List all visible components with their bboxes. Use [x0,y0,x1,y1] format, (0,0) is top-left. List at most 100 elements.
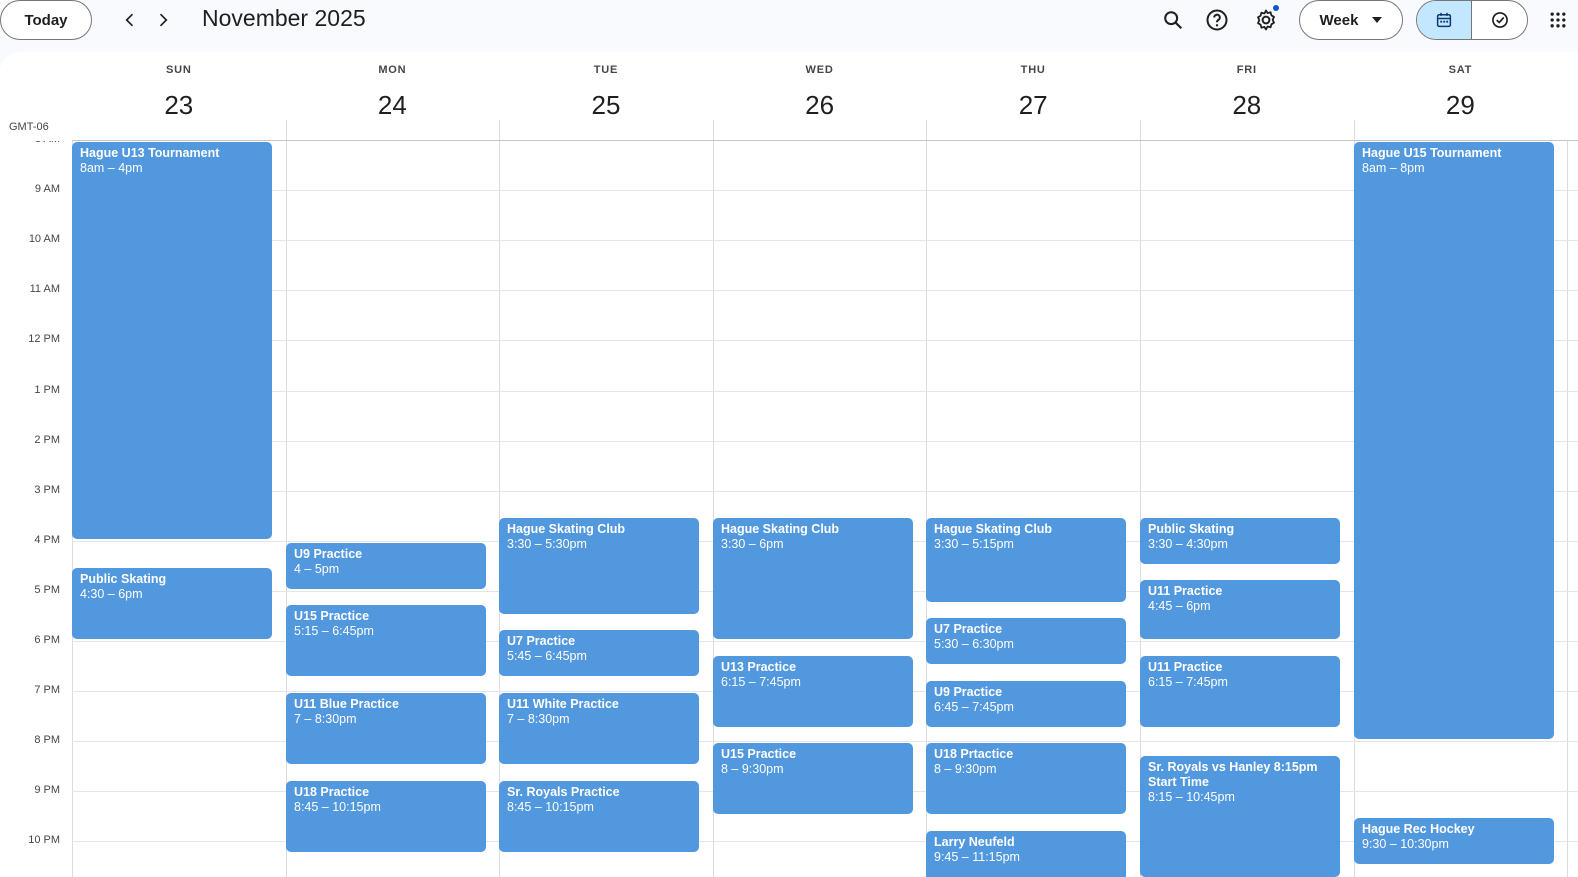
day-header-wed[interactable]: WED 26 [713,52,927,140]
hour-label: 6 PM [34,634,60,646]
calendar-view-button[interactable] [1417,1,1473,39]
day-name: TUE [593,64,619,76]
hour-label: 10 AM [28,233,60,245]
hour-label: 10 PM [28,834,60,846]
calendar-event[interactable]: Hague U13 Tournament 8am – 4pm [72,142,272,539]
hour-label: 4 PM [34,534,60,546]
calendar-event[interactable]: U11 Practice 4:45 – 6pm [1140,580,1340,639]
help-icon [1206,9,1228,31]
tasks-view-button[interactable] [1472,1,1527,39]
event-title: U15 Practice [721,747,797,761]
day-number[interactable]: 29 [1354,90,1568,121]
toolbar: Today November 2025 Week [0,0,1578,40]
event-title: Hague U15 Tournament [1362,146,1502,160]
hour-label: 3 PM [34,484,60,496]
help-button[interactable] [1197,0,1237,40]
event-time: 6:45 – 7:45pm [934,700,1014,714]
event-title: U7 Practice [934,622,1003,636]
calendar-event[interactable]: Hague Skating Club 3:30 – 5:15pm [926,518,1126,602]
calendar-event[interactable]: Public Skating 4:30 – 6pm [72,568,272,639]
day-name: MON [378,64,407,76]
header-column-divider [926,120,927,140]
calendar-event[interactable]: U9 Practice 6:45 – 7:45pm [926,681,1126,727]
calendar-event[interactable]: U9 Practice 4 – 5pm [286,543,486,589]
calendar-event[interactable]: Hague Rec Hockey 9:30 – 10:30pm [1354,818,1554,864]
day-number[interactable]: 25 [499,90,713,121]
header-column-divider [1140,120,1141,140]
event-time: 3:30 – 6pm [721,537,784,551]
calendar-event[interactable]: U13 Practice 6:15 – 7:45pm [713,656,913,727]
view-switcher-button[interactable]: Week [1299,0,1403,40]
today-button[interactable]: Today [0,0,92,40]
column-divider [1567,141,1568,877]
calendar-event[interactable]: U15 Practice 8 – 9:30pm [713,743,913,814]
day-header-sat[interactable]: SAT 29 [1354,52,1568,140]
day-number[interactable]: 23 [72,90,286,121]
calendar-event[interactable]: Hague Skating Club 3:30 – 6pm [713,518,913,639]
event-title: U15 Practice [294,609,370,623]
calendar-icon [1436,12,1452,28]
calendar-event[interactable]: Hague Skating Club 3:30 – 5:30pm [499,518,699,614]
calendar-event[interactable]: Hague U15 Tournament 8am – 8pm [1354,142,1554,739]
event-time: 8 – 9:30pm [721,762,784,776]
gear-icon [1257,9,1275,31]
calendar-event[interactable]: Larry Neufeld 9:45 – 11:15pm [926,831,1126,877]
search-icon [1164,11,1183,30]
hour-line [72,441,1578,442]
day-header-mon[interactable]: MON 24 [286,52,500,140]
hour-label: 2 PM [34,434,60,446]
timezone-label: GMT-06 [9,121,49,133]
apps-button[interactable] [1538,0,1578,40]
search-button[interactable] [1153,0,1193,40]
settings-button[interactable] [1246,0,1286,40]
day-header-sun[interactable]: SUN 23 [72,52,286,140]
calendar-event[interactable]: U7 Practice 5:45 – 6:45pm [499,630,699,676]
day-header-tue[interactable]: TUE 25 [499,52,713,140]
event-time: 4:30 – 6pm [80,587,143,601]
calendar-event[interactable]: Public Skating 3:30 – 4:30pm [1140,518,1340,564]
event-title: U11 White Practice [507,697,619,711]
day-number[interactable]: 24 [286,90,500,121]
calendar-event[interactable]: U15 Practice 5:15 – 6:45pm [286,605,486,676]
event-title: U13 Practice [721,660,797,674]
column-divider [499,141,500,877]
calendar-event[interactable]: U7 Practice 5:30 – 6:30pm [926,618,1126,664]
day-header-thu[interactable]: THU 27 [926,52,1140,140]
next-week-button[interactable] [147,4,179,36]
header-column-divider [713,120,714,140]
tasks-icon [1491,12,1508,28]
event-time: 7 – 8:30pm [294,712,357,726]
event-time: 5:30 – 6:30pm [934,637,1014,651]
event-time: 4:45 – 6pm [1148,599,1211,613]
calendar-event[interactable]: U11 Practice 6:15 – 7:45pm [1140,656,1340,727]
event-title: U9 Practice [934,685,1003,699]
day-number[interactable]: 26 [713,90,927,121]
calendar-event[interactable]: Sr. Royals vs Hanley 8:15pm Start Time 8:… [1140,756,1340,877]
event-title: U11 Blue Practice [294,697,399,711]
previous-week-button[interactable] [114,4,146,36]
day-number[interactable]: 27 [926,90,1140,121]
day-header-fri[interactable]: FRI 28 [1140,52,1354,140]
event-time: 8am – 4pm [80,161,143,175]
hour-line [72,340,1578,341]
calendar-event[interactable]: U11 White Practice 7 – 8:30pm [499,693,699,764]
calendar-event[interactable]: U18 Prtactice 8 – 9:30pm [926,743,1126,814]
hour-label: 8 AM [0,141,60,145]
event-time: 3:30 – 5:30pm [507,537,587,551]
day-number[interactable]: 28 [1140,90,1354,121]
event-time: 3:30 – 4:30pm [1148,537,1228,551]
event-title: Public Skating [80,572,167,586]
hour-label: 11 AM [29,283,60,295]
day-name: WED [805,64,834,76]
hour-line [72,290,1578,291]
event-time: 6:15 – 7:45pm [721,675,801,689]
day-name: SUN [165,64,192,76]
event-time: 3:30 – 5:15pm [934,537,1014,551]
chevron-left-icon [125,13,134,27]
calendar-event[interactable]: U11 Blue Practice 7 – 8:30pm [286,693,486,764]
event-title: U11 Practice [1148,584,1223,598]
event-title: Hague Skating Club [721,522,840,536]
calendar-event[interactable]: Sr. Royals Practice 8:45 – 10:15pm [499,781,699,852]
hour-label: 7 PM [34,684,60,696]
calendar-event[interactable]: U18 Practice 8:45 – 10:15pm [286,781,486,852]
